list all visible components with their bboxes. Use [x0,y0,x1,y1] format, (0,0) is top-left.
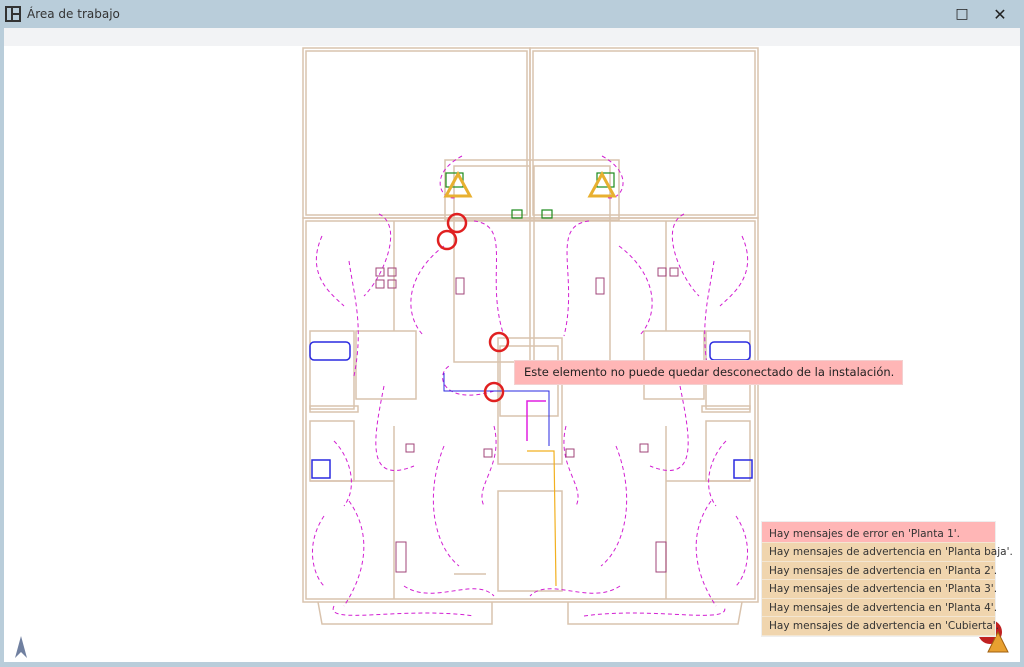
title-bar: Área de trabajo □ ✕ [0,0,1024,28]
drawing-canvas[interactable]: Este elemento no puede quedar desconecta… [4,46,1020,662]
close-button[interactable]: ✕ [982,0,1018,28]
workspace-icon [5,6,21,22]
message-warning-planta-3[interactable]: Hay mensajes de advertencia en 'Planta 3… [762,580,997,599]
message-warning-cubierta[interactable]: Hay mensajes de advertencia en 'Cubierta… [762,617,999,636]
message-warning-planta-2[interactable]: Hay mensajes de advertencia en 'Planta 2… [762,561,997,580]
error-tooltip: Este elemento no puede quedar desconecta… [514,360,904,385]
messages-panel: Hay mensajes de error en 'Planta 1'. Hay… [761,521,1013,637]
window-title: Área de trabajo [27,7,120,21]
toolbar [4,28,1020,46]
message-error-planta-1[interactable]: Hay mensajes de error en 'Planta 1'. [762,522,995,543]
message-warning-planta-4[interactable]: Hay mensajes de advertencia en 'Planta 4… [762,598,997,617]
maximize-button[interactable]: □ [944,0,980,28]
message-warning-planta-baja[interactable]: Hay mensajes de advertencia en 'Planta b… [762,543,1013,562]
north-arrow-icon [13,634,29,662]
walls [302,47,759,625]
